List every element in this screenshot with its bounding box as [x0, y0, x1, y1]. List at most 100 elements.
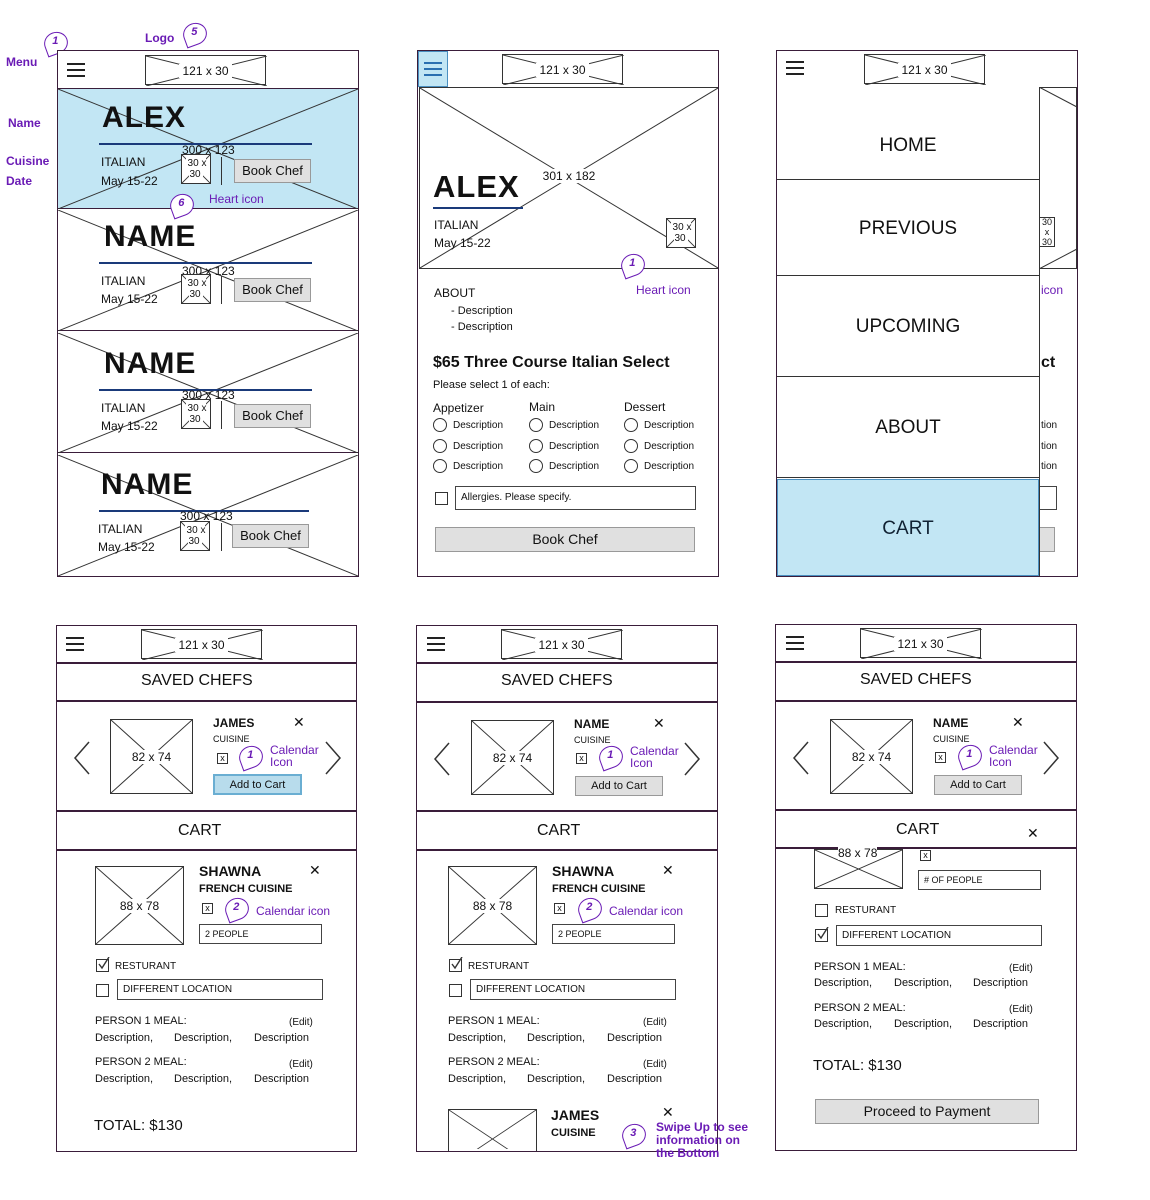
edit-link[interactable]: (Edit)	[1009, 963, 1033, 974]
saved-chef-name: NAME	[574, 717, 610, 731]
option-radio[interactable]	[433, 439, 447, 453]
people-field[interactable]: 2 PEOPLE	[552, 924, 675, 944]
calendar-icon[interactable]: x	[217, 753, 228, 764]
restaurant-checkbox[interactable]	[96, 957, 110, 972]
book-chef-button[interactable]: Book Chef	[234, 159, 311, 183]
date-label: May 15-22	[101, 419, 158, 433]
calendar-icon[interactable]: 30 x 30	[181, 274, 211, 304]
people-field[interactable]: # OF PEOPLE	[918, 870, 1041, 890]
calendar-icon[interactable]: x	[935, 752, 946, 763]
chevron-right-icon[interactable]	[1040, 740, 1060, 776]
edit-link[interactable]: (Edit)	[643, 1017, 667, 1028]
edit-link[interactable]: (Edit)	[289, 1017, 313, 1028]
chef-name: NAME	[104, 347, 197, 380]
menu-icon[interactable]	[66, 637, 84, 651]
meal-description: Description,	[448, 1032, 507, 1044]
restaurant-checkbox[interactable]	[449, 957, 463, 972]
close-icon[interactable]: ✕	[309, 862, 321, 879]
different-location-checkbox[interactable]	[815, 927, 829, 942]
close-icon[interactable]: ✕	[1027, 825, 1039, 842]
person1-meal-label: PERSON 1 MEAL:	[448, 1015, 540, 1027]
annotation-bubble-2: 2	[221, 894, 253, 924]
proceed-to-payment-button[interactable]: Proceed to Payment	[815, 1099, 1039, 1124]
meal-description: Description	[254, 1032, 310, 1044]
saved-chef-name: JAMES	[213, 716, 255, 730]
different-location-field[interactable]: DIFFERENT LOCATION	[836, 925, 1042, 946]
chevron-left-icon[interactable]	[433, 741, 453, 777]
book-chef-button[interactable]: Book Chef	[435, 527, 695, 552]
option-radio[interactable]	[529, 439, 543, 453]
close-icon[interactable]: ✕	[653, 715, 665, 732]
calendar-icon[interactable]: x	[576, 753, 587, 764]
chef-name: ALEX	[433, 169, 520, 204]
people-field[interactable]: 2 PEOPLE	[199, 924, 322, 944]
restaurant-checkbox[interactable]	[815, 904, 828, 917]
calendar-icon[interactable]: 30 x 30	[181, 154, 211, 184]
option-radio[interactable]	[529, 459, 543, 473]
menu-icon[interactable]	[424, 62, 442, 76]
annotation-bubble-1: 1	[235, 742, 267, 772]
edit-link[interactable]: (Edit)	[643, 1059, 667, 1070]
close-icon[interactable]: ✕	[1012, 714, 1024, 731]
close-icon[interactable]: ✕	[662, 862, 674, 879]
menu-icon[interactable]	[786, 61, 804, 75]
add-to-cart-button[interactable]: Add to Cart	[213, 774, 302, 795]
cart-title: CART	[178, 822, 222, 839]
saved-chefs-title: SAVED CHEFS	[860, 671, 972, 688]
screen-saved-cart-1: 121 x 30 SAVED CHEFS 82 x 74 JAMES ✕ CUI…	[56, 625, 357, 1152]
calendar-icon[interactable]: x	[554, 903, 565, 914]
different-location-checkbox[interactable]	[449, 984, 462, 997]
menu-icon[interactable]	[427, 637, 445, 651]
chef-card-1[interactable]: ALEX 300 x 123 ITALIAN May 15-22 30 x 30…	[58, 89, 358, 209]
add-to-cart-button[interactable]: Add to Cart	[575, 776, 663, 796]
restaurant-label: RESTURANT	[468, 961, 530, 972]
meal-description: Description,	[527, 1032, 586, 1044]
different-location-field[interactable]: DIFFERENT LOCATION	[117, 979, 323, 1000]
book-chef-button[interactable]: Book Chef	[234, 278, 311, 302]
calendar-icon[interactable]: 30 x 30	[180, 521, 210, 551]
chevron-right-icon[interactable]	[681, 741, 701, 777]
option-radio[interactable]	[433, 418, 447, 432]
option-radio[interactable]	[433, 459, 447, 473]
chevron-left-icon[interactable]	[792, 740, 812, 776]
option-radio[interactable]	[624, 418, 638, 432]
about-heading: ABOUT	[434, 286, 476, 300]
calendar-icon[interactable]: 30 x 30	[181, 399, 211, 429]
course-heading: Main	[529, 400, 556, 414]
chef-card-2[interactable]: NAME 300 x 123 ITALIAN May 15-22 30 x 30…	[58, 210, 358, 331]
nav-item-about[interactable]: ABOUT	[777, 378, 1039, 478]
chef-thumbnail: 82 x 74	[110, 719, 193, 794]
calendar-icon[interactable]: 30 x 30	[666, 218, 696, 248]
menu-icon[interactable]	[67, 63, 85, 77]
option-radio[interactable]	[624, 459, 638, 473]
different-location-checkbox[interactable]	[96, 984, 109, 997]
chevron-right-icon[interactable]	[322, 740, 342, 776]
menu-icon[interactable]	[786, 636, 804, 650]
chef-card-3[interactable]: NAME 300 x 123 ITALIAN May 15-22 30 x 30…	[58, 333, 358, 453]
nav-item-upcoming[interactable]: UPCOMING	[777, 277, 1039, 377]
option-radio[interactable]	[529, 418, 543, 432]
close-icon[interactable]: ✕	[662, 1104, 674, 1121]
heart-icon[interactable]: Heart icon	[636, 283, 691, 297]
close-icon[interactable]: ✕	[293, 714, 305, 731]
edit-link[interactable]: (Edit)	[289, 1059, 313, 1070]
saved-chefs-title: SAVED CHEFS	[141, 672, 253, 689]
book-chef-button[interactable]: Book Chef	[234, 404, 311, 428]
allergies-checkbox[interactable]	[435, 492, 448, 505]
add-to-cart-button[interactable]: Add to Cart	[934, 775, 1022, 795]
cuisine-label: CUISINE	[574, 735, 611, 745]
nav-item-cart[interactable]: CART	[777, 479, 1039, 576]
nav-item-previous[interactable]: PREVIOUS	[777, 181, 1039, 276]
calendar-icon[interactable]: x	[202, 903, 213, 914]
course-heading: Dessert	[624, 400, 666, 414]
calendar-icon[interactable]: x	[920, 850, 931, 861]
about-description: - Description	[451, 305, 513, 317]
book-chef-button[interactable]: Book Chef	[232, 524, 309, 548]
nav-item-home[interactable]: HOME	[777, 87, 1039, 180]
chef-card-4[interactable]: NAME 300 x 123 ITALIAN May 15-22 30 x 30…	[58, 455, 358, 576]
chevron-left-icon[interactable]	[73, 740, 93, 776]
option-radio[interactable]	[624, 439, 638, 453]
edit-link[interactable]: (Edit)	[1009, 1004, 1033, 1015]
allergies-field[interactable]: Allergies. Please specify.	[455, 486, 696, 510]
different-location-field[interactable]: DIFFERENT LOCATION	[470, 979, 676, 1000]
